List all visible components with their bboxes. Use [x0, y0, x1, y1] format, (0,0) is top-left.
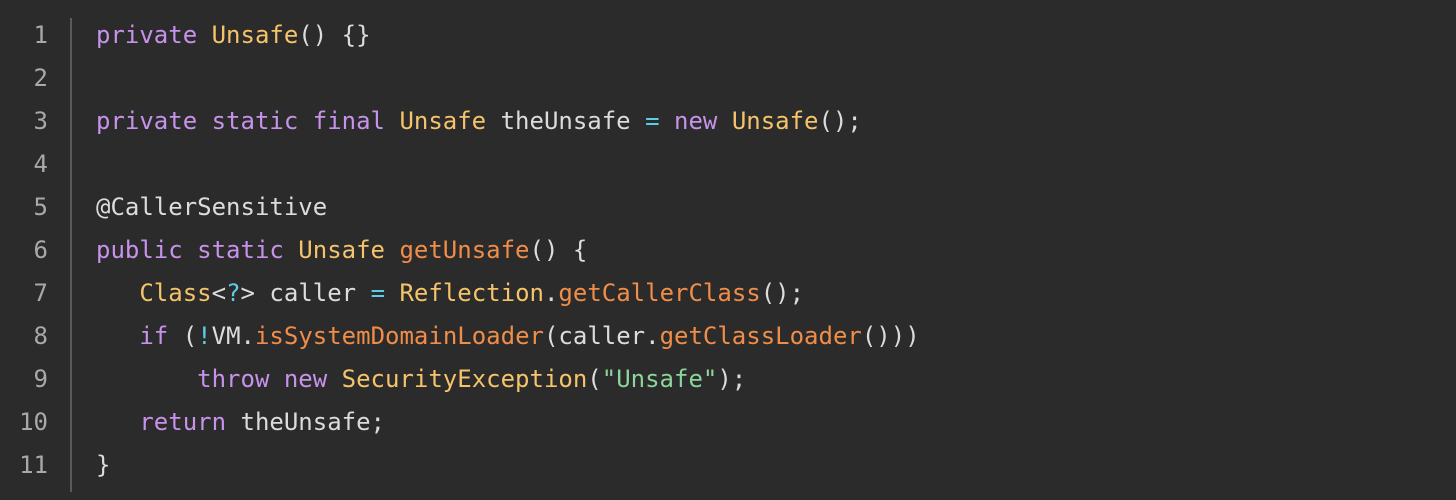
line-number: 3 [33, 107, 48, 135]
code-token: ( [168, 322, 198, 350]
code-token: } [96, 451, 111, 479]
code-token: () {} [298, 21, 371, 49]
code-token: public static [96, 236, 299, 264]
code-token: ( [587, 365, 602, 393]
code-line[interactable]: public static Unsafe getUnsafe() { [96, 229, 587, 272]
code-token: isSystemDomainLoader [254, 322, 544, 350]
code-token: Reflection [399, 279, 544, 307]
gutter-divider [70, 18, 72, 492]
line-number: 1 [33, 21, 48, 49]
code-token: ); [717, 365, 747, 393]
code-token: getClassLoader [659, 322, 862, 350]
line-number: 11 [19, 451, 48, 479]
code-token: @CallerSensitive [96, 193, 328, 221]
code-line[interactable]: private Unsafe() {} [96, 14, 371, 57]
code-token: Class [139, 279, 212, 307]
code-token: return [139, 408, 227, 436]
code-line[interactable]: throw new SecurityException("Unsafe"); [96, 358, 746, 401]
line-number: 9 [33, 365, 48, 393]
code-token: Unsafe [211, 21, 299, 49]
code-line[interactable]: return theUnsafe; [96, 401, 385, 444]
line-number: 5 [33, 193, 48, 221]
code-token: "Unsafe" [601, 365, 718, 393]
code-token: VM. [211, 322, 255, 350]
line-number: 2 [33, 64, 48, 92]
code-token: Unsafe [399, 107, 487, 135]
code-editor[interactable]: 1 2 3 4 5 6 7 8 9 10 11 private Unsafe() {} private… [0, 0, 1456, 500]
code-token: theUnsafe [486, 107, 646, 135]
code-token: new [674, 107, 718, 135]
code-token: getCallerClass [558, 279, 761, 307]
line-number: 4 [33, 150, 48, 178]
code-token: . [543, 279, 559, 307]
code-token: private [96, 21, 212, 49]
line-number: 6 [33, 236, 48, 264]
code-token: < [211, 279, 227, 307]
code-token: SecurityException [341, 365, 588, 393]
code-token: () { [529, 236, 588, 264]
code-token: (); [760, 279, 805, 307]
line-number: 7 [33, 279, 48, 307]
code-token: getUnsafe [399, 236, 530, 264]
code-token: private static final [96, 107, 400, 135]
line-number: 8 [33, 322, 48, 350]
code-line[interactable]: private static final Unsafe theUnsafe = … [96, 100, 862, 143]
code-token: > caller [240, 279, 371, 307]
code-token: (caller. [543, 322, 660, 350]
code-token: ! [197, 322, 212, 350]
code-line[interactable]: if (!VM.isSystemDomainLoader(caller.getC… [96, 315, 920, 358]
code-line[interactable]: } [96, 444, 110, 487]
code-token: throw new [197, 365, 328, 393]
code-line[interactable]: @CallerSensitive [96, 186, 327, 229]
code-token: ())) [861, 322, 920, 350]
code-token: theUnsafe; [226, 408, 386, 436]
code-token: = [370, 279, 386, 307]
code-token: = [645, 107, 660, 135]
code-token: ? [226, 279, 241, 307]
code-token: Unsafe [298, 236, 385, 264]
code-token: Unsafe [731, 107, 819, 135]
line-number: 10 [19, 408, 48, 436]
code-token: if [139, 322, 169, 350]
code-token: (); [818, 107, 862, 135]
code-line[interactable]: Class<?> caller = Reflection.getCallerCl… [96, 272, 804, 315]
